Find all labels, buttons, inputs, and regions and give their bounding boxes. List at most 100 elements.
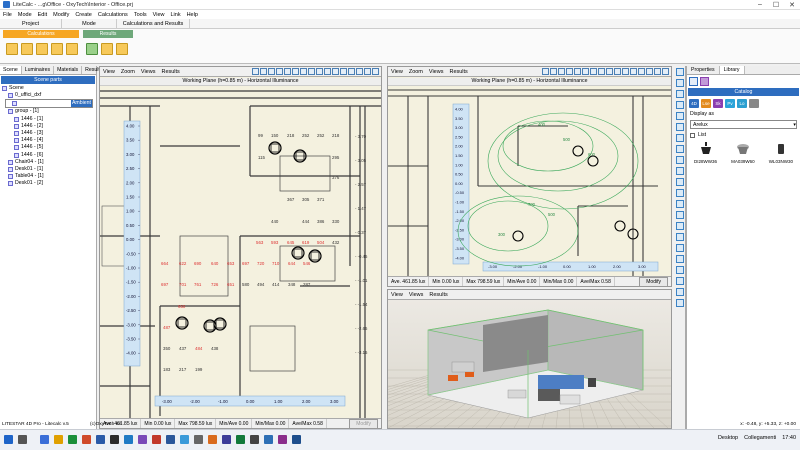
tab-materials[interactable]: Materials xyxy=(54,66,83,74)
side-tool-icon[interactable] xyxy=(676,200,684,208)
side-tool-icon[interactable] xyxy=(676,145,684,153)
menu-views[interactable]: Views xyxy=(141,69,156,75)
calc-tool-button[interactable] xyxy=(66,43,78,55)
list-checkbox[interactable]: List xyxy=(690,132,797,138)
menu-results[interactable]: Results xyxy=(429,292,447,298)
taskbar-app-icon[interactable] xyxy=(152,435,161,444)
brand-button[interactable]: Lo xyxy=(737,99,747,108)
side-tool-icon[interactable] xyxy=(676,189,684,197)
brand-button[interactable]: Lse xyxy=(701,99,711,108)
tree-node[interactable]: 0_uffici_dxf xyxy=(2,92,96,99)
taskbar-app-icon[interactable] xyxy=(292,435,301,444)
taskbar-app-icon[interactable] xyxy=(96,435,105,444)
menu-view[interactable]: View xyxy=(153,12,165,18)
side-tool-icon[interactable] xyxy=(676,255,684,263)
brand-button[interactable]: Pv xyxy=(725,99,735,108)
view-tool-icon[interactable] xyxy=(260,68,267,75)
results-tool-button[interactable] xyxy=(86,43,98,55)
taskbar-app-icon[interactable] xyxy=(180,435,189,444)
menu-view[interactable]: View xyxy=(391,69,403,75)
tab-properties[interactable]: Properties xyxy=(687,66,720,74)
menu-link[interactable]: Link xyxy=(170,12,180,18)
side-tool-icon[interactable] xyxy=(676,68,684,76)
windows-start-icon[interactable] xyxy=(4,435,13,444)
view-tool-icon[interactable] xyxy=(654,68,661,75)
taskbar-app-icon[interactable] xyxy=(138,435,147,444)
tree-node[interactable]: 1446 - [3] xyxy=(2,130,96,137)
side-tool-icon[interactable] xyxy=(676,233,684,241)
tree-node[interactable]: Desk01 - [1] xyxy=(2,166,96,173)
close-button[interactable]: ✕ xyxy=(784,0,800,10)
menu-view[interactable]: View xyxy=(391,292,403,298)
side-tool-icon[interactable] xyxy=(676,112,684,120)
left-plan-viewport[interactable]: View Zoom Views Results Working Plane (h… xyxy=(99,66,382,429)
side-tool-icon[interactable] xyxy=(676,90,684,98)
clock[interactable]: 17:40 xyxy=(782,435,796,441)
tree-node[interactable]: Table04 - [1] xyxy=(2,173,96,180)
results-tool-button[interactable] xyxy=(101,43,113,55)
taskbar-app-icon[interactable] xyxy=(124,435,133,444)
tree-node[interactable]: group - [1] xyxy=(2,108,96,115)
minimize-button[interactable]: – xyxy=(752,0,768,10)
side-tool-icon[interactable] xyxy=(676,299,684,307)
menu-results[interactable]: Results xyxy=(449,69,467,75)
tab-scene[interactable]: Scene xyxy=(0,66,22,74)
side-tool-icon[interactable] xyxy=(676,266,684,274)
side-tool-icon[interactable] xyxy=(676,156,684,164)
menu-calculations[interactable]: Calculations xyxy=(98,12,128,18)
view-tool-icon[interactable] xyxy=(622,68,629,75)
view-tool-icon[interactable] xyxy=(252,68,259,75)
view-tool-icon[interactable] xyxy=(308,68,315,75)
taskbar-app-icon[interactable] xyxy=(194,435,203,444)
task-view-icon[interactable] xyxy=(18,435,27,444)
ribbon-group-calculations[interactable]: Calculations and Results xyxy=(117,19,190,29)
view-tool-icon[interactable] xyxy=(646,68,653,75)
taskbar-app-icon[interactable] xyxy=(278,435,287,444)
view-tool-icon[interactable] xyxy=(332,68,339,75)
brand-button[interactable] xyxy=(749,99,759,108)
taskbar-app-icon[interactable] xyxy=(250,435,259,444)
menu-zoom[interactable]: Zoom xyxy=(121,69,135,75)
favorites-mode-icon[interactable] xyxy=(700,77,709,86)
side-tool-icon[interactable] xyxy=(676,167,684,175)
menu-views[interactable]: Views xyxy=(409,292,424,298)
desktop-toolbar[interactable]: Desktop xyxy=(718,435,738,441)
tree-node[interactable]: 1446 - [5] xyxy=(2,144,96,151)
side-tool-icon[interactable] xyxy=(676,288,684,296)
side-tool-icon[interactable] xyxy=(676,222,684,230)
tab-luminaires[interactable]: Luminaires xyxy=(22,66,55,74)
taskbar-app-icon[interactable] xyxy=(166,435,175,444)
calc-tool-button[interactable] xyxy=(21,43,33,55)
modify-button[interactable]: Modify xyxy=(639,276,668,286)
tree-node[interactable]: 1446 - [2] xyxy=(2,123,96,130)
results-tool-button[interactable] xyxy=(116,43,128,55)
view-tool-icon[interactable] xyxy=(316,68,323,75)
view-tool-icon[interactable] xyxy=(356,68,363,75)
maximize-button[interactable]: ☐ xyxy=(768,0,784,10)
taskbar-app-icon[interactable] xyxy=(222,435,231,444)
menu-mode[interactable]: Mode xyxy=(18,12,32,18)
side-tool-icon[interactable] xyxy=(676,101,684,109)
view-tool-icon[interactable] xyxy=(324,68,331,75)
menu-zoom[interactable]: Zoom xyxy=(409,69,423,75)
view-tool-icon[interactable] xyxy=(574,68,581,75)
brand-button[interactable]: 4D xyxy=(689,99,699,108)
menu-file[interactable]: File xyxy=(3,12,12,18)
view-tool-icon[interactable] xyxy=(276,68,283,75)
view-tool-icon[interactable] xyxy=(606,68,613,75)
luminaire-item[interactable]: WL03NW30 xyxy=(769,141,793,164)
menu-results[interactable]: Results xyxy=(161,69,179,75)
subtab-results[interactable]: Results xyxy=(83,29,133,38)
taskbar-app-icon[interactable] xyxy=(110,435,119,444)
collegamenti-toolbar[interactable]: Collegamenti xyxy=(744,435,776,441)
brand-button[interactable]: Sk xyxy=(713,99,723,108)
view-tool-icon[interactable] xyxy=(638,68,645,75)
tree-node[interactable]: Scene xyxy=(2,85,96,92)
menu-modify[interactable]: Modify xyxy=(53,12,69,18)
side-tool-icon[interactable] xyxy=(676,211,684,219)
taskbar-app-icon[interactable] xyxy=(40,435,49,444)
side-tool-icon[interactable] xyxy=(676,79,684,87)
view-tool-icon[interactable] xyxy=(582,68,589,75)
view-tool-icon[interactable] xyxy=(662,68,669,75)
view-tool-icon[interactable] xyxy=(300,68,307,75)
